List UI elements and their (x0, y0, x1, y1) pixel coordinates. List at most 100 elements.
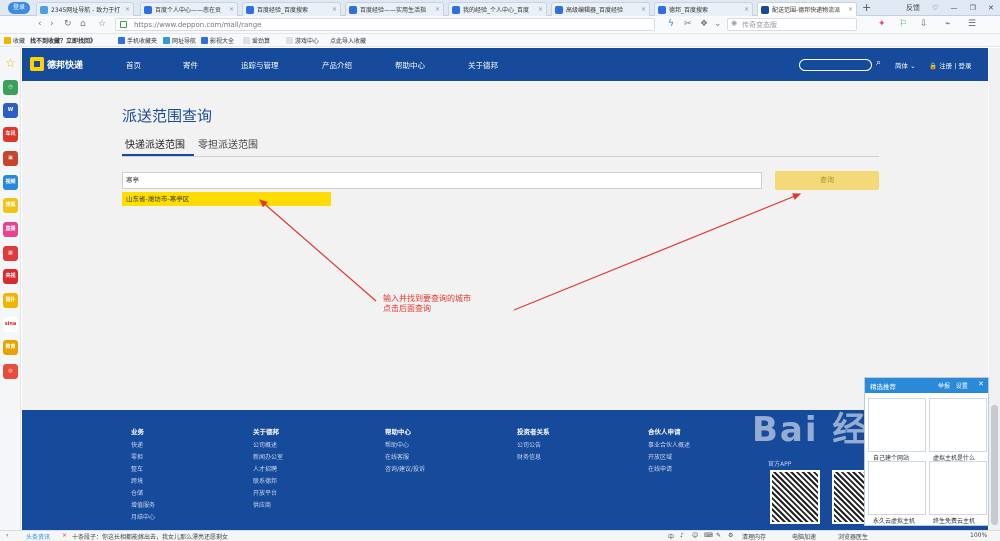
tab-close-icon[interactable]: × (744, 6, 749, 13)
account-icon[interactable]: ⇩ (920, 19, 928, 29)
back-icon[interactable]: ‹ (38, 19, 42, 29)
close-icon[interactable]: ✕ (978, 380, 984, 388)
footer-link[interactable]: 财务信息 (517, 452, 550, 464)
sidebar-netease-icon[interactable]: ◎ (3, 364, 18, 380)
browser-tab[interactable]: 百度经验——实用生活指 × (345, 2, 444, 16)
footer-link[interactable]: 帮助中心 (385, 440, 425, 452)
footer-link[interactable]: 咨询/建议/投诉 (385, 464, 425, 476)
favorite-icon[interactable]: ♡ (932, 4, 938, 12)
music-icon[interactable]: ♪ (680, 532, 684, 539)
recommend-card-image[interactable] (929, 398, 987, 452)
clean-memory-button[interactable]: 清理内存 (742, 532, 766, 541)
footer-link[interactable]: 联系德邦 (253, 476, 283, 488)
footer-link[interactable]: 跨境 (131, 476, 155, 488)
sidebar-history-icon[interactable]: ◷ (3, 79, 18, 95)
browser-tab[interactable]: 我的经验_个人中心_百度 × (448, 2, 547, 16)
sidebar-sohu-icon[interactable]: 搜狐 (3, 198, 18, 214)
recommend-card-image[interactable] (929, 461, 987, 515)
footer-link[interactable]: 新闻办公室 (253, 452, 283, 464)
browser-doctor-button[interactable]: 浏览器医生 (838, 532, 868, 541)
recommend-card-image[interactable] (868, 398, 926, 452)
sidebar-favorites-icon[interactable]: ☆ (3, 56, 18, 71)
bookmark-item[interactable]: 影视大全 (201, 36, 234, 45)
translate-icon[interactable]: ⚐ (899, 19, 907, 29)
footer-link[interactable]: 公司公告 (517, 440, 550, 452)
browser-tab[interactable]: 百度个人中心——悲在贡 × (140, 2, 238, 16)
footer-link[interactable]: 在线申请 (648, 464, 690, 476)
footer-link[interactable]: 公司概述 (253, 440, 283, 452)
reload-icon[interactable]: ↻ (64, 19, 72, 29)
bookmark-item[interactable]: 收藏 (4, 36, 25, 45)
keyboard-icon[interactable]: ⌨ (704, 532, 713, 539)
pen-icon[interactable]: ✎ (716, 532, 721, 539)
browser-tab[interactable]: 高级编辑器_百度经验 × (551, 2, 650, 16)
extension-icon[interactable]: ❖ (700, 19, 708, 29)
sidebar-game-icon[interactable]: ▣ (3, 150, 18, 166)
speedup-button[interactable]: 电脑加速 (792, 532, 816, 541)
tab-close-icon[interactable]: × (229, 6, 234, 13)
recommend-card-image[interactable] (868, 461, 926, 515)
bookmark-item[interactable]: 点此导入收藏 (330, 36, 366, 45)
browser-search-input[interactable]: 传奇变态版 (727, 18, 857, 31)
footer-link[interactable]: 零担 (131, 452, 155, 464)
browser-tab[interactable]: 2345网址导航 - 致力于打 × (36, 2, 134, 16)
news-label[interactable]: 头条资讯 (26, 532, 50, 541)
footer-link[interactable]: 在线客服 (385, 452, 425, 464)
browser-tab[interactable]: 德邦_百度搜索 × (654, 2, 753, 16)
sidebar-cctv-icon[interactable]: 央视 (3, 269, 18, 285)
lightning-icon[interactable]: ϟ (668, 19, 674, 29)
page-scrollbar-thumb[interactable] (991, 405, 998, 525)
sidebar-apps-icon[interactable]: ▦ (3, 245, 18, 261)
maximize-icon[interactable]: ❐ (970, 4, 976, 12)
report-link[interactable]: 举报 (938, 383, 950, 390)
zoom-level[interactable]: 100% (970, 532, 987, 539)
status-left-arrow-icon[interactable]: ‹ (6, 532, 8, 539)
tab-close-icon[interactable]: × (538, 6, 543, 13)
url-input[interactable]: https://www.deppon.com/mall/range (115, 18, 655, 31)
tab-close-icon[interactable]: × (332, 6, 337, 13)
cut-icon[interactable]: ✂ (684, 19, 692, 29)
footer-link[interactable]: 事业合伙人概述 (648, 440, 690, 452)
news-headline[interactable]: 十条段子：你这长相都能嫁出去，我女儿那么漂亮还愿剩女 (72, 532, 228, 541)
mail-icon[interactable]: ✦ (878, 19, 886, 29)
home-icon[interactable]: ⌂ (80, 19, 86, 29)
sidebar-live-icon[interactable]: 直播 (3, 221, 18, 237)
bookmark-item[interactable]: 找不到收藏？立即找回》 (30, 36, 96, 45)
bookmark-item[interactable]: 爱劲算 (243, 36, 270, 45)
sidebar-sina-icon[interactable]: sina (3, 316, 18, 332)
bookmark-item[interactable]: 游戏中心 (286, 36, 319, 45)
tab-close-icon[interactable]: × (641, 6, 646, 13)
recommend-card-caption[interactable]: 永久云虚拟主机 (873, 516, 915, 525)
search-engine-icon[interactable]: ◉ (731, 19, 737, 27)
news-close-icon[interactable]: × (62, 532, 67, 539)
settings-link[interactable]: 设置 (956, 383, 968, 390)
recommend-card-caption[interactable]: 终生免费云主机 (933, 516, 975, 525)
sidebar-mop-icon[interactable]: 猫扑 (3, 293, 18, 308)
sidebar-edu-icon[interactable]: 教育 (3, 340, 18, 356)
bookmark-item[interactable]: 手机收藏夹 (118, 36, 157, 45)
download-icon[interactable]: ⌁ (945, 19, 950, 29)
menu-icon[interactable]: ☰ (968, 19, 976, 29)
footer-link[interactable]: 供应商 (253, 500, 283, 512)
tab-close-icon[interactable]: × (435, 6, 440, 13)
settings-icon[interactable]: ⚙ (728, 532, 733, 539)
minimize-icon[interactable]: — (951, 4, 958, 12)
browser-tab[interactable]: 百度经验_百度搜索 × (242, 2, 341, 16)
ime-icon[interactable]: 中 (668, 532, 674, 541)
footer-link[interactable]: 快递 (131, 440, 155, 452)
footer-link[interactable]: 仓储 (131, 488, 155, 500)
browser-login-button[interactable]: 登录 (8, 2, 30, 14)
dropdown-icon[interactable]: ⌄ (714, 19, 722, 29)
tab-close-icon[interactable]: × (125, 6, 130, 13)
bookmark-item[interactable]: 网址导航 (163, 36, 196, 45)
footer-link[interactable]: 月结中心 (131, 512, 155, 524)
sidebar-video-icon[interactable]: 视频 (3, 174, 18, 190)
sidebar-car-icon[interactable]: 车讯 (3, 127, 18, 143)
emoji-icon[interactable]: ☺ (692, 532, 698, 539)
sidebar-word-icon[interactable]: W (3, 103, 18, 119)
close-window-icon[interactable]: ✕ (988, 4, 994, 12)
footer-link[interactable]: 增值服务 (131, 500, 155, 512)
footer-link[interactable]: 人才招聘 (253, 464, 283, 476)
new-tab-button[interactable]: + (862, 1, 871, 14)
bookmark-star-icon[interactable]: ☆ (98, 19, 106, 29)
